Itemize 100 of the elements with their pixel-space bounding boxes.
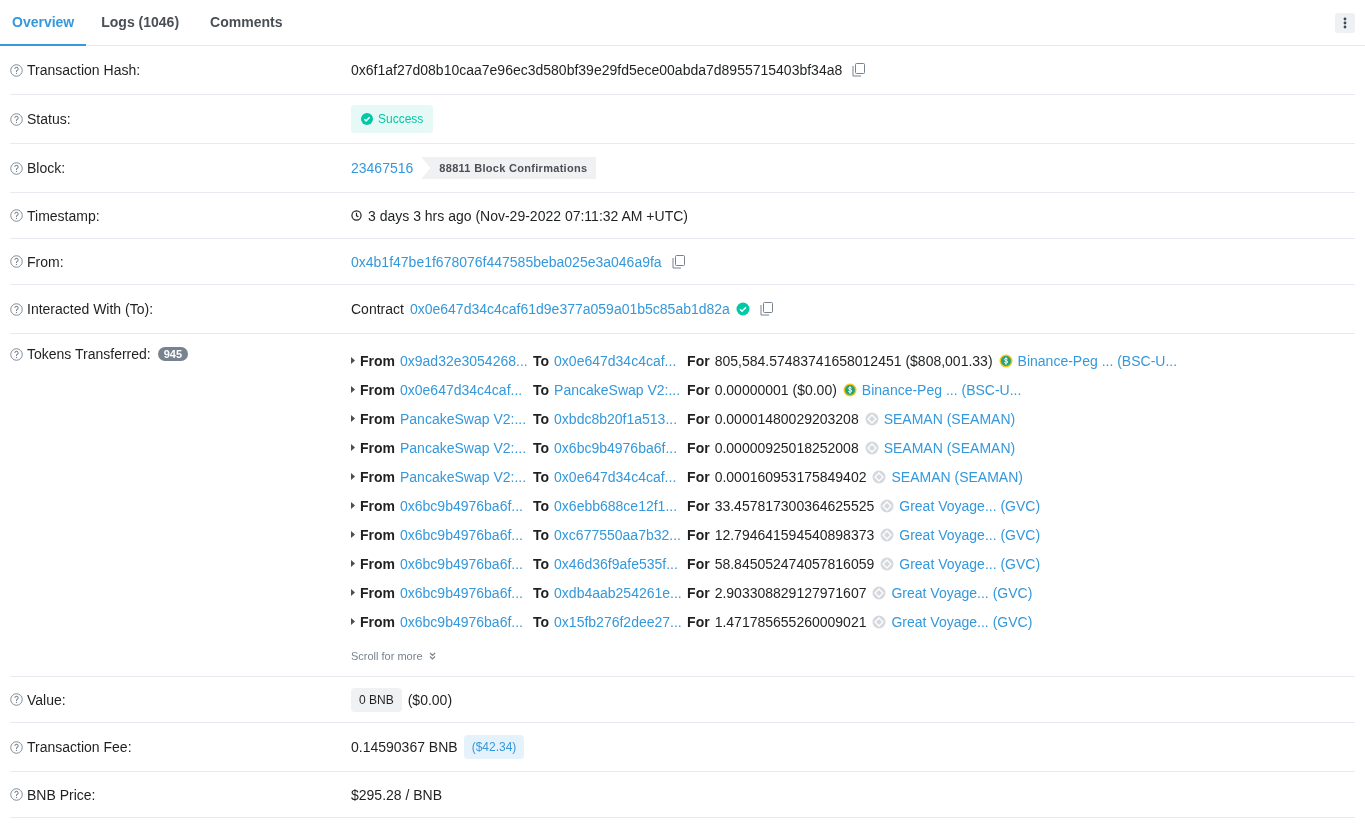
sender-link[interactable]: 0x6bc9b4976ba6f... [400,584,528,601]
token-icon [872,469,887,484]
recipient-link[interactable]: 0x15fb276f2dee27... [554,613,683,630]
dollar-coin-icon [998,353,1013,368]
recipient-link[interactable]: 0x0e647d34c4caf... [554,352,683,369]
token-amount: 0.00000001 ($0.00) [714,381,837,398]
to-label: To [533,497,550,514]
token-link[interactable]: SEAMAN (SEAMAN) [883,410,1016,427]
to-label: To [533,381,550,398]
token-link[interactable]: Great Voyage... (GVC) [891,584,1033,601]
caret-icon[interactable] [351,415,355,422]
caret-icon[interactable] [351,473,355,480]
for-label: For [687,526,710,543]
token-icon [872,585,887,600]
for-label: For [687,613,710,630]
double-chevron-down-icon [428,652,436,660]
sender-link[interactable]: 0x0e647d34c4caf... [400,381,528,398]
for-label: For [687,497,710,514]
for-label: For [687,439,710,456]
field-label: Value: [27,691,66,708]
token-amount: 0.00000925018252008 [714,439,859,456]
timestamp-text: 3 days 3 hrs ago (Nov-29-2022 07:11:32 AM +UTC) [368,207,688,224]
caret-icon[interactable] [351,386,355,393]
help-icon [10,255,23,268]
from-label: From [360,352,395,369]
sender-link[interactable]: PancakeSwap V2:... [400,410,528,427]
help-icon [10,347,23,361]
verified-check-icon [735,302,750,316]
token-amount: 805,584.57483741658012451 ($808,001.33) [714,352,993,369]
recipient-link[interactable]: 0x0e647d34c4caf... [554,468,683,485]
value-usd: ($0.00) [407,691,453,708]
from-label: From [360,381,395,398]
recipient-link[interactable]: 0x6ebb688ce12f1... [554,497,683,514]
caret-icon[interactable] [351,444,355,451]
token-icon [880,556,895,571]
field-label: Interacted With (To): [27,301,154,317]
value-badge: 0 BNB [351,687,402,712]
for-label: For [687,584,710,601]
fee-usd-badge: ($42.34) [463,735,525,759]
for-label: For [687,410,710,427]
caret-icon[interactable] [351,357,355,364]
recipient-link[interactable]: 0xbdc8b20f1a513... [554,410,683,427]
sender-link[interactable]: 0x9ad32e3054268... [400,352,528,369]
help-icon [10,788,23,801]
sender-link[interactable]: PancakeSwap V2:... [400,468,528,485]
field-label: From: [27,253,64,270]
from-label: From [360,439,395,456]
tab[interactable]: Comments [195,0,299,46]
sender-link[interactable]: 0x6bc9b4976ba6f... [400,497,528,514]
token-link[interactable]: Great Voyage... (GVC) [891,613,1033,630]
field-label: Transaction Hash: [27,62,141,78]
caret-icon[interactable] [351,618,355,625]
copy-icon[interactable] [671,254,685,269]
recipient-link[interactable]: PancakeSwap V2:... [554,381,683,398]
address-link[interactable]: 0x4b1f47be1f678076f447585beba025e3a046a9fa [351,253,662,270]
help-icon [10,161,23,175]
sender-link[interactable]: PancakeSwap V2:... [400,439,528,456]
caret-icon[interactable] [351,531,355,538]
sender-link[interactable]: 0x6bc9b4976ba6f... [400,613,528,630]
field-label: Block: [27,160,66,176]
sender-link[interactable]: 0x6bc9b4976ba6f... [400,555,528,572]
help-icon [10,302,23,316]
to-label: To [533,526,550,543]
tab[interactable]: Logs (1046) [86,0,196,46]
token-link[interactable]: Binance-Peg ... (BSC-U... [861,381,1022,398]
more-options-button[interactable] [1335,12,1355,33]
token-link[interactable]: Great Voyage... (GVC) [899,497,1041,514]
token-link[interactable]: SEAMAN (SEAMAN) [891,468,1023,485]
sender-link[interactable]: 0x6bc9b4976ba6f... [400,526,528,543]
for-label: For [687,555,710,572]
caret-icon[interactable] [351,560,355,567]
check-circle-icon [361,113,373,125]
recipient-link[interactable]: 0xc677550aa7b32... [554,526,683,543]
caret-icon[interactable] [351,502,355,509]
vertical-dots-icon [1343,16,1347,29]
token-amount: 12.794641594540898373 [714,526,875,543]
field-label: Status: [27,111,71,127]
recipient-link[interactable]: 0x6bc9b4976ba6f... [554,439,683,456]
copy-icon[interactable] [852,63,866,77]
token-link[interactable]: Binance-Peg ... (BSC-U... [1017,352,1178,369]
copy-icon[interactable] [759,302,773,316]
token-link[interactable]: SEAMAN (SEAMAN) [883,439,1016,456]
help-icon [10,209,23,222]
token-amount: 58.845052474057816059 [714,555,875,572]
token-link[interactable]: Great Voyage... (GVC) [899,555,1041,572]
token-icon [880,498,895,513]
token-icon [880,527,895,542]
token-icon [864,440,879,455]
recipient-link[interactable]: 0xdb4aab254261e... [554,584,683,601]
contract-address-link[interactable]: 0x0e647d34c4caf61d9e377a059a01b5c85ab1d82a [409,301,730,317]
recipient-link[interactable]: 0x46d36f9afe535f... [554,555,683,572]
from-label: From [360,410,395,427]
for-label: For [687,352,710,369]
from-label: From [360,584,395,601]
for-label: For [687,381,710,398]
caret-icon[interactable] [351,589,355,596]
block-number-link[interactable]: 23467516 [351,160,414,176]
tab[interactable]: Overview [0,0,87,46]
token-link[interactable]: Great Voyage... (GVC) [899,526,1041,543]
to-label: To [533,468,550,485]
